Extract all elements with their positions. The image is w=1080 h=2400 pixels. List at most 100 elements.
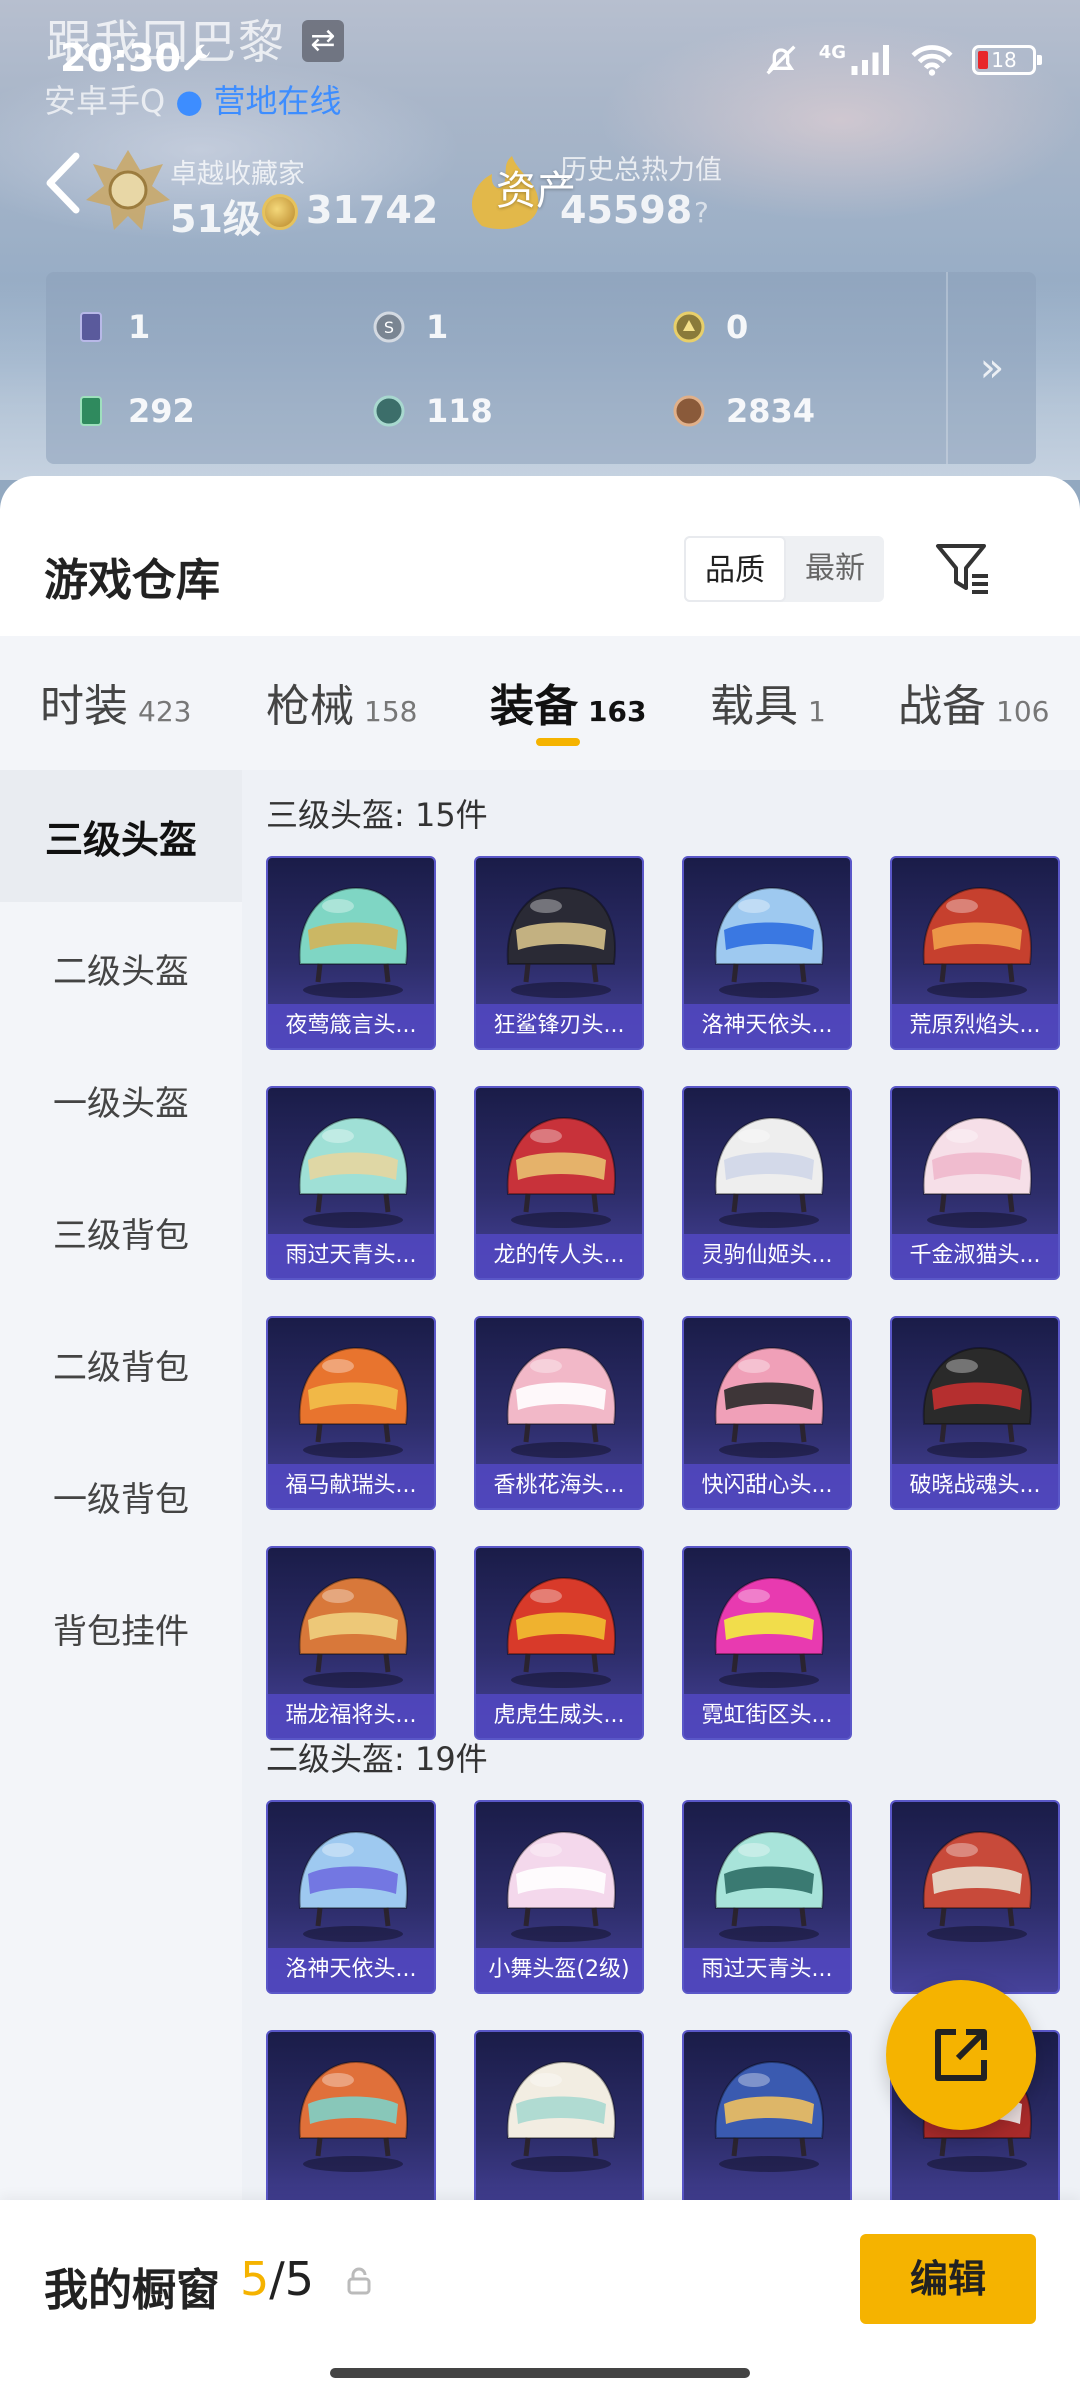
home-indicator [330,2368,750,2378]
category-tabs: 时装 423 枪械 158 装备 163 载具 1 战备 106 [0,636,1080,770]
sidebar-item-lvl1-backpack[interactable]: 一级背包 [0,1430,242,1562]
helmet-image [506,1576,616,1688]
swap-icon[interactable]: ⇄ [302,20,344,62]
sidebar-item-lvl2-helmet[interactable]: 二级头盔 [0,902,242,1034]
stat-value: 0 [726,308,749,346]
rank-title: 卓越收藏家 [170,159,305,190]
item-card[interactable]: 快闪甜心头... [682,1316,852,1510]
online-status: ● 营地在线 [175,82,342,120]
helmet-image [714,2060,824,2172]
sidebar-item-lvl2-backpack[interactable]: 二级背包 [0,1298,242,1430]
green-card-icon [80,396,102,426]
helmet-image [506,2060,616,2172]
item-card[interactable]: 雨过天青头... [266,1086,436,1280]
stat-item: 292 [74,392,195,430]
item-name: 福马献瑞头... [268,1464,434,1508]
signal-icon [851,45,889,75]
stat-item: S 1 [372,308,448,346]
share-button[interactable] [886,1980,1036,2130]
item-card[interactable] [890,1800,1060,1994]
tab-equipment[interactable]: 装备 163 [490,670,646,734]
helmet-image [506,1830,616,1942]
stat-value: 1 [426,308,449,346]
item-name: 龙的传人头... [476,1234,642,1278]
item-name: 霓虹街区头... [684,1694,850,1738]
item-name: 瑞龙福将头... [268,1694,434,1738]
filter-icon[interactable] [932,538,992,598]
item-name: 虎虎生威头... [476,1694,642,1738]
stat-value: 2834 [726,392,816,430]
tab-combat-gear[interactable]: 战备 106 [898,670,1049,734]
item-name: 荒原烈焰头... [892,1004,1058,1048]
item-card[interactable]: 龙的传人头... [474,1086,644,1280]
sort-newest-option[interactable]: 最新 [786,536,884,602]
sidebar-item-lvl3-helmet[interactable]: 三级头盔 [0,770,242,902]
item-name: 狂鲨锋刃头... [476,1004,642,1048]
stats-more-button[interactable]: » [946,272,1036,464]
tab-weapons[interactable]: 枪械 158 [266,670,417,734]
showcase-label: 我的橱窗 [44,2265,220,2316]
coin-value: 31742 [306,188,439,232]
section-title-lvl2-helmet: 二级头盔: 19件 [266,1740,488,1778]
item-name: 千金淑猫头... [892,1234,1058,1278]
item-card[interactable]: 灵驹仙姬头... [682,1086,852,1280]
card-icon [80,312,102,342]
item-card[interactable]: 荒原烈焰头... [890,856,1060,1050]
item-card[interactable]: 千金淑猫头... [890,1086,1060,1280]
mute-bell-icon [766,45,796,75]
wrench-icon [180,42,216,78]
sub-status: 安卓手Q ● 营地在线 [44,76,341,122]
item-card[interactable]: 霓虹街区头... [682,1546,852,1740]
item-card[interactable]: 洛神天依头... [682,856,852,1050]
sort-toggle: 品质 最新 [684,536,884,602]
edit-button[interactable]: 编辑 [860,2234,1036,2324]
item-card[interactable]: 洛神天依头... [266,1800,436,1994]
sidebar-item-lvl1-helmet[interactable]: 一级头盔 [0,1034,242,1166]
wifi-icon [911,45,953,76]
helmet-image [714,886,824,998]
item-card[interactable]: 夜莺箴言头... [266,856,436,1050]
stat-value: 118 [426,392,493,430]
item-card[interactable]: 福马献瑞头... [266,1316,436,1510]
helmet-image [298,1116,408,1228]
heat-label: 历史总热力值 [560,155,722,186]
sort-quality-option[interactable]: 品质 [684,536,786,602]
helmet-image [506,1116,616,1228]
item-name: 灵驹仙姬头... [684,1234,850,1278]
item-card[interactable]: 小舞头盔(2级) [474,1800,644,1994]
item-card[interactable] [474,2030,644,2224]
helmet-image [714,1576,824,1688]
collector-badge-icon [86,150,170,230]
stat-item: 118 [372,392,493,430]
sidebar-item-backpack-charm[interactable]: 背包挂件 [0,1562,242,1694]
item-card[interactable]: 瑞龙福将头... [266,1546,436,1740]
helmet-image [506,886,616,998]
active-tab-indicator [536,738,580,746]
item-grid: 三级头盔: 15件 夜莺箴言头... 狂鲨锋刃头... 洛神天依头... 荒原烈焰头.… [242,770,1080,2400]
warehouse-title: 游戏仓库 [44,555,220,606]
tab-vehicles[interactable]: 载具 1 [710,670,826,734]
helmet-image [922,1830,1032,1942]
helmet-image [714,1346,824,1458]
stat-value: 292 [128,392,195,430]
helmet-image [714,1830,824,1942]
item-card[interactable]: 虎虎生威头... [474,1546,644,1740]
item-name: 夜莺箴言头... [268,1004,434,1048]
item-name: 香桃花海头... [476,1464,642,1508]
system-icons: 4G 18 [761,38,1042,82]
help-icon[interactable]: ? [694,196,709,229]
tab-fashion[interactable]: 时装 423 [40,670,191,734]
helmet-image [922,1346,1032,1458]
item-card[interactable]: 香桃花海头... [474,1316,644,1510]
item-card[interactable]: 狂鲨锋刃头... [474,856,644,1050]
item-card[interactable] [682,2030,852,2224]
heat-value: 45598 [560,188,693,232]
item-card[interactable] [266,2030,436,2224]
helmet-image [506,1346,616,1458]
svg-text:S: S [384,318,394,337]
item-card[interactable]: 雨过天青头... [682,1800,852,1994]
item-card[interactable]: 破晓战魂头... [890,1316,1060,1510]
sidebar-item-lvl3-backpack[interactable]: 三级背包 [0,1166,242,1298]
item-name: 破晓战魂头... [892,1464,1058,1508]
helmet-image [298,1346,408,1458]
